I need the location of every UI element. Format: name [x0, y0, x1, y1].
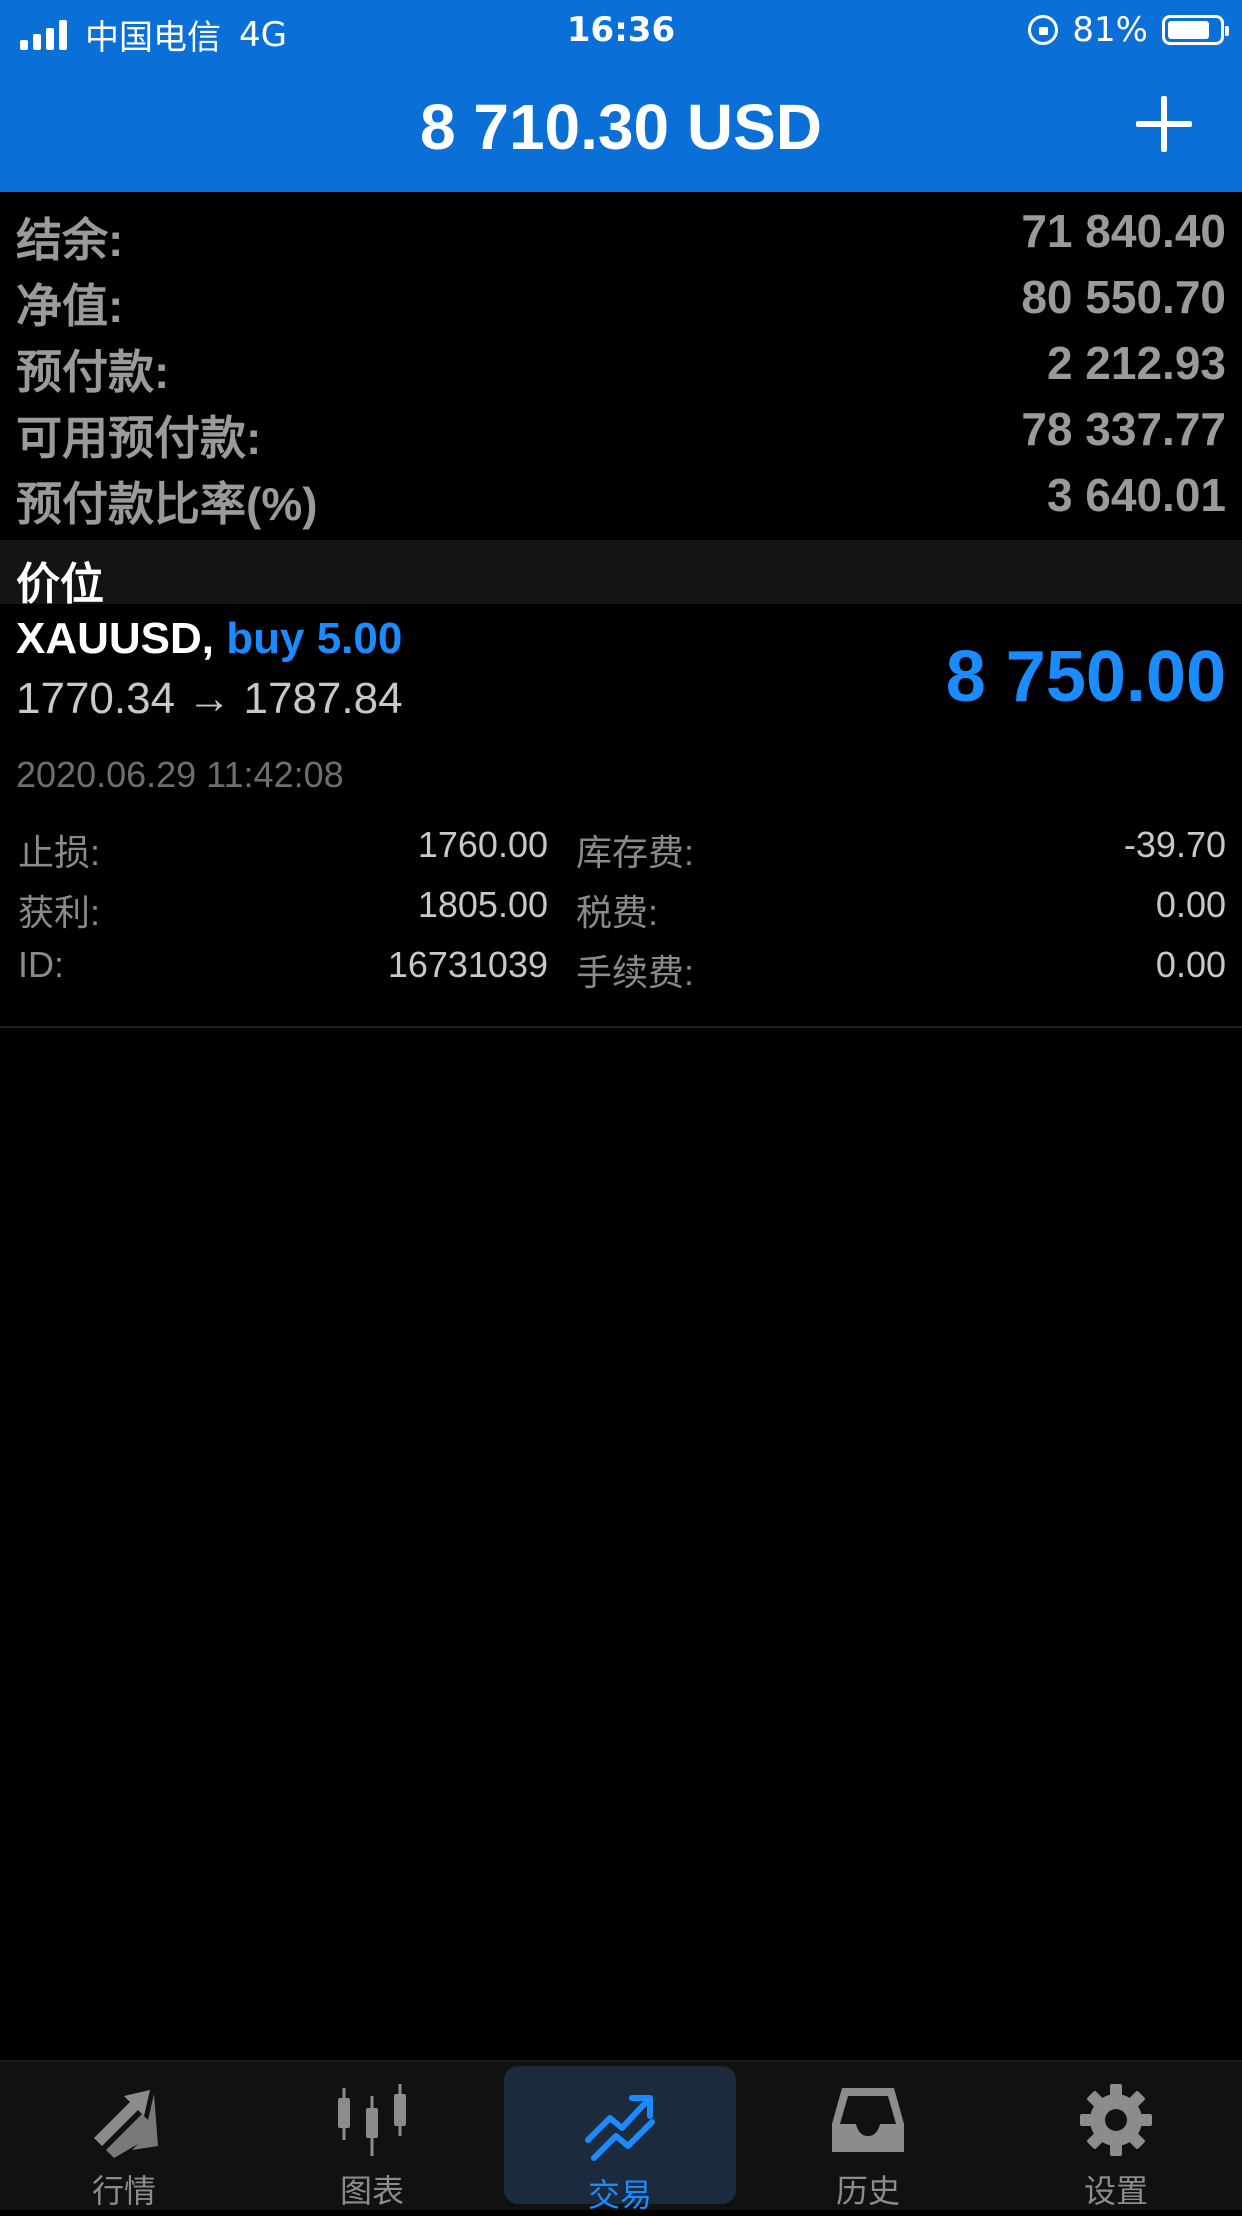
summary-row-margin-level: 预付款比率(%) 3 640.01 — [0, 462, 1242, 530]
candlestick-icon — [338, 2084, 406, 2156]
summary-value: 78 337.77 — [1021, 403, 1226, 455]
header-title: 8 710.30 USD — [419, 91, 823, 163]
sl-label: 止损: — [18, 832, 101, 873]
tab-label: 图表 — [339, 2172, 404, 2210]
summary-label: 预付款比率(%) — [16, 478, 318, 530]
position-profit: 8 750.00 — [945, 637, 1226, 717]
summary-value: 71 840.40 — [1021, 205, 1226, 257]
tab-label: 交易 — [587, 2176, 652, 2214]
status-right: 81% — [1028, 10, 1229, 50]
position-item[interactable]: XAUUSD, buy 5.00 1770.34 → 1787.84 8 750… — [0, 604, 1242, 1028]
account-summary: 结余: 71 840.40 净值: 80 550.70 预付款: 2 212.9… — [0, 198, 1242, 530]
tab-label: 设置 — [1083, 2172, 1148, 2210]
section-title: 价位 — [16, 559, 104, 610]
tab-label: 历史 — [835, 2172, 900, 2210]
inbox-tray-icon — [832, 2088, 904, 2152]
tp-label: 获利: — [18, 892, 101, 933]
summary-row-equity: 净值: 80 550.70 — [0, 264, 1242, 332]
tp-value: 1805.00 — [417, 884, 548, 925]
tab-trade[interactable]: 交易 — [504, 2066, 736, 2214]
tax-value: 0.00 — [1155, 884, 1226, 925]
tab-settings[interactable]: 设置 — [1000, 2062, 1232, 2210]
tab-history[interactable]: 历史 — [752, 2062, 984, 2210]
gear-icon — [1080, 2084, 1152, 2156]
swap-label: 库存费: — [576, 832, 695, 873]
position-side: buy 5.00 — [226, 614, 403, 663]
position-open-time: 2020.06.29 11:42:08 — [16, 754, 344, 795]
summary-row-free-margin: 可用预付款: 78 337.77 — [0, 396, 1242, 464]
sl-value: 1760.00 — [417, 824, 548, 865]
position-symbol: XAUUSD, — [16, 614, 215, 663]
summary-label: 可用预付款: — [16, 412, 262, 464]
quotes-arrows-icon — [94, 2090, 158, 2158]
summary-label: 净值: — [16, 280, 124, 332]
trade-trend-icon — [585, 2095, 655, 2161]
bottom-tab-bar: 行情 图表 交易 历史 设置 — [0, 2060, 1242, 2214]
summary-row-margin: 预付款: 2 212.93 — [0, 330, 1242, 398]
tab-label: 行情 — [91, 2172, 156, 2210]
tab-quotes[interactable]: 行情 — [8, 2062, 240, 2210]
position-prices: 1770.34 → 1787.84 — [16, 674, 403, 723]
commission-label: 手续费: — [576, 952, 695, 993]
positions-section-header: 价位 — [0, 540, 1242, 610]
summary-row-balance: 结余: 71 840.40 — [0, 198, 1242, 266]
summary-value: 80 550.70 — [1021, 271, 1226, 323]
battery-fill — [1168, 21, 1209, 39]
summary-label: 结余: — [16, 214, 124, 266]
app-header: 8 710.30 USD — [0, 62, 1242, 192]
status-bar: 中国电信 4G 16:36 81% — [0, 0, 1242, 62]
summary-label: 预付款: — [16, 346, 170, 398]
id-label: ID: — [18, 944, 65, 985]
rotation-lock-icon — [1028, 15, 1059, 45]
tax-label: 税费: — [576, 892, 659, 933]
commission-value: 0.00 — [1155, 944, 1226, 985]
swap-value: -39.70 — [1123, 824, 1226, 865]
tab-charts[interactable]: 图表 — [256, 2062, 488, 2210]
plus-icon[interactable] — [1136, 96, 1192, 152]
position-title: XAUUSD, buy 5.00 — [16, 614, 402, 664]
battery-percent: 81% — [1072, 10, 1148, 50]
battery-icon — [1162, 15, 1229, 45]
id-value: 16731039 — [387, 944, 548, 985]
summary-value: 2 212.93 — [1046, 337, 1226, 389]
summary-value: 3 640.01 — [1046, 469, 1226, 521]
